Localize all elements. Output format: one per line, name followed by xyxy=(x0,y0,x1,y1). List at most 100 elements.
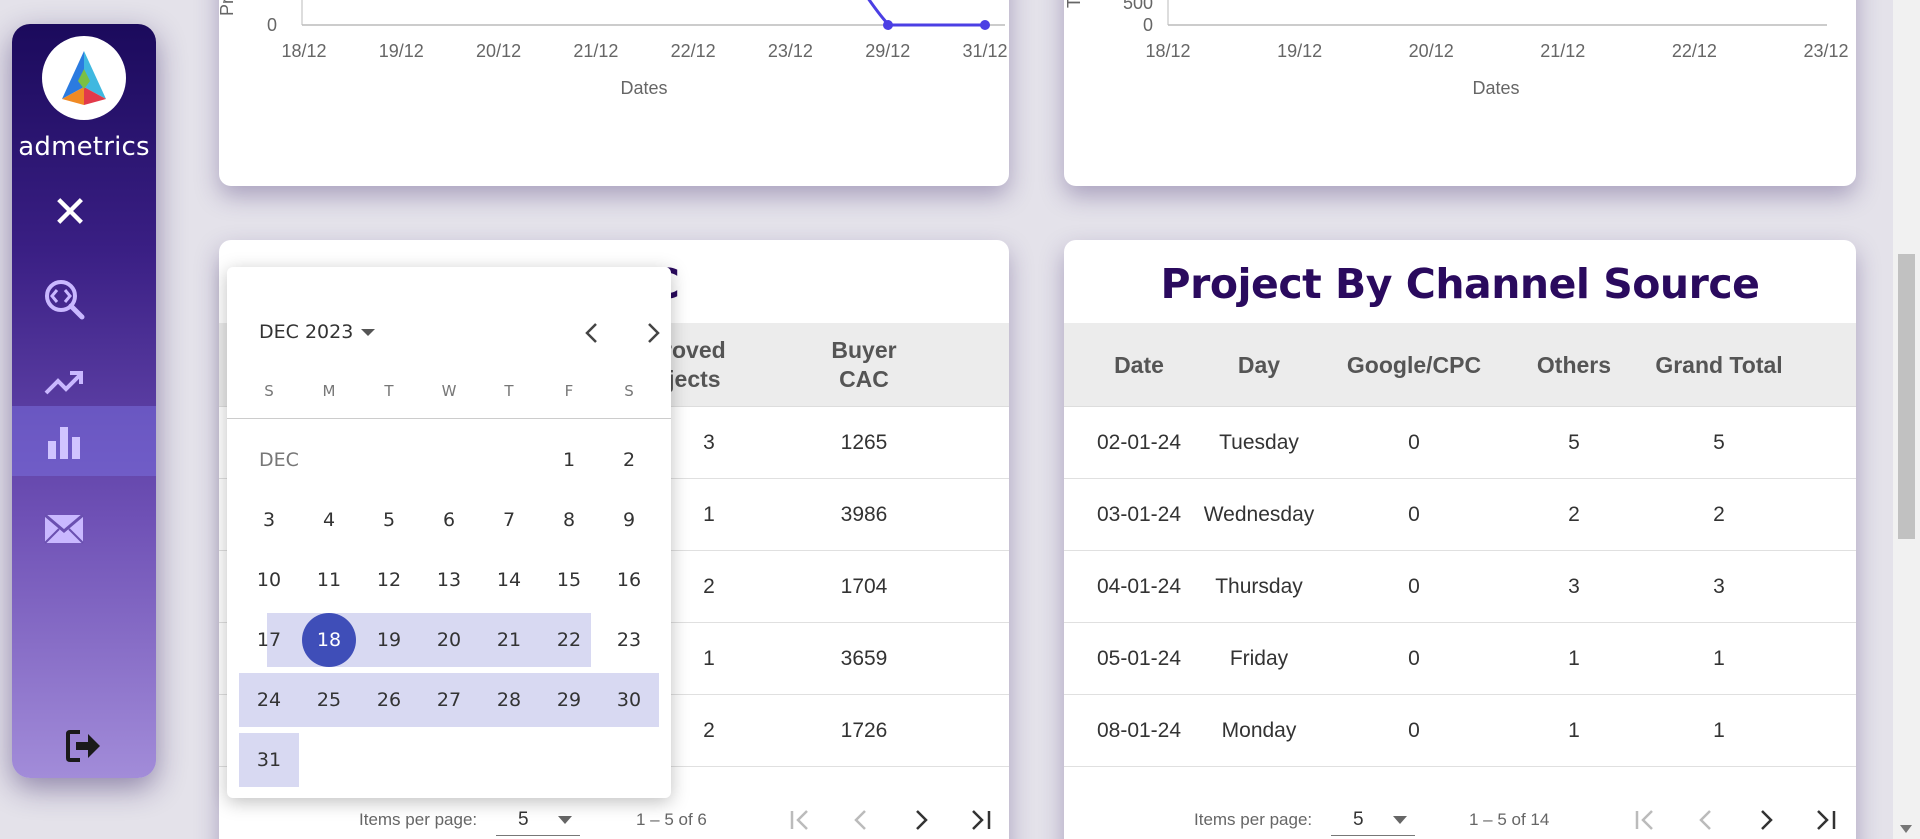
calendar-day[interactable]: 1 xyxy=(542,433,596,487)
brand-logo[interactable] xyxy=(42,36,126,120)
column-header[interactable]: Google/CPC xyxy=(1324,323,1504,407)
calendar-day[interactable]: 12 xyxy=(362,553,416,607)
last-page-icon xyxy=(1817,810,1836,830)
calendar-day[interactable]: 15 xyxy=(542,553,596,607)
column-header[interactable]: Date xyxy=(1084,323,1194,407)
calendar-day[interactable]: 5 xyxy=(362,493,416,547)
page-size-value: 5 xyxy=(1353,808,1364,830)
next-page-button[interactable] xyxy=(1746,800,1786,839)
scroll-down-arrow-icon[interactable] xyxy=(1900,825,1912,833)
bar-chart-icon xyxy=(48,427,80,459)
weekday-header: S xyxy=(264,382,274,400)
calendar-day[interactable]: 20 xyxy=(422,613,476,667)
calendar-day[interactable]: 13 xyxy=(422,553,476,607)
first-page-button[interactable] xyxy=(781,800,821,839)
data-point xyxy=(883,20,893,30)
line-chart-totals: T 500 0 18/12 19/12 20/12 21/12 22/12 23/12 D… xyxy=(1064,0,1849,98)
table-row: 08-01-24 Monday 0 1 1 xyxy=(1064,695,1856,767)
calendar-day[interactable]: 22 xyxy=(542,613,596,667)
calendar-day[interactable]: 28 xyxy=(482,673,536,727)
prev-page-button[interactable] xyxy=(841,800,881,839)
next-page-button[interactable] xyxy=(901,800,941,839)
calendar-day[interactable]: 17 xyxy=(242,613,296,667)
scrollbar-thumb[interactable] xyxy=(1898,254,1915,539)
series-line xyxy=(867,0,985,27)
column-header[interactable]: Day xyxy=(1194,323,1324,407)
calendar-day[interactable]: 8 xyxy=(542,493,596,547)
table-cell: 2 xyxy=(703,575,715,598)
calendar-day[interactable]: 10 xyxy=(242,553,296,607)
calendar-day[interactable]: 27 xyxy=(422,673,476,727)
x-tick-label: 18/12 xyxy=(281,41,326,61)
table-cell: 1265 xyxy=(840,431,888,454)
prev-page-button[interactable] xyxy=(1686,800,1726,839)
column-header-buyer-cac[interactable]: Buyer CAC xyxy=(799,323,929,407)
page-size-select[interactable]: 5 xyxy=(496,804,580,836)
page-size-select[interactable]: 5 xyxy=(1331,804,1415,836)
calendar-day[interactable]: 29 xyxy=(542,673,596,727)
calendar-day[interactable]: 25 xyxy=(302,673,356,727)
table-cell: 0 xyxy=(1408,503,1420,526)
chart-card-projects: Pr 0 18/12 19/12 20/12 21/12 22/12 23/12 29/12… xyxy=(219,0,1009,186)
table-cell: 0 xyxy=(1408,647,1420,670)
calendar-day[interactable]: 16 xyxy=(602,553,656,607)
calendar-day[interactable]: 30 xyxy=(602,673,656,727)
x-tick-label: 21/12 xyxy=(573,41,618,61)
table-cell: 0 xyxy=(1408,431,1420,454)
calendar-day[interactable]: 11 xyxy=(302,553,356,607)
calendar-day[interactable]: 21 xyxy=(482,613,536,667)
page-size-value: 5 xyxy=(518,808,529,830)
month-label: DEC xyxy=(259,449,299,471)
column-header[interactable]: Others xyxy=(1504,323,1644,407)
sidebar: admetrics ✕ xyxy=(12,24,156,778)
sidebar-item-reports[interactable] xyxy=(12,406,156,476)
calendar-day[interactable]: 23 xyxy=(602,613,656,667)
table-cell: 04-01-24 xyxy=(1096,575,1182,598)
calendar-day[interactable]: 26 xyxy=(362,673,416,727)
calendar-day[interactable]: 7 xyxy=(482,493,536,547)
first-page-button[interactable] xyxy=(1626,800,1666,839)
calendar-day[interactable]: 2 xyxy=(602,433,656,487)
page-range: 1 – 5 of 6 xyxy=(636,810,707,829)
page-scrollbar[interactable] xyxy=(1893,0,1920,839)
table-cell: 1 xyxy=(1713,647,1725,670)
table-cell: 3 xyxy=(1713,575,1725,598)
previous-month-button[interactable] xyxy=(572,313,612,353)
close-icon[interactable]: ✕ xyxy=(42,190,98,236)
sidebar-item-code-search[interactable] xyxy=(12,264,156,334)
calendar-day[interactable]: 9 xyxy=(602,493,656,547)
calendar-day[interactable]: 18 xyxy=(302,613,356,667)
table-cell: Tuesday xyxy=(1219,431,1299,454)
table-cell: 5 xyxy=(1713,431,1725,454)
column-header[interactable]: Grand Total xyxy=(1644,323,1794,407)
calendar-day[interactable]: 31 xyxy=(242,733,296,787)
x-tick-label: 29/12 xyxy=(865,41,910,61)
calendar-day[interactable]: 6 xyxy=(422,493,476,547)
y-tick-label: 0 xyxy=(267,15,277,35)
weekday-header: S xyxy=(624,382,634,400)
calendar-day[interactable]: 4 xyxy=(302,493,356,547)
last-page-icon xyxy=(972,810,991,830)
calendar-day[interactable]: 14 xyxy=(482,553,536,607)
chevron-right-icon xyxy=(1761,810,1773,830)
weekday-header: M xyxy=(322,382,336,400)
calendar-day[interactable]: 24 xyxy=(242,673,296,727)
table-cell: 1 xyxy=(703,503,715,526)
period-selector-button[interactable]: DEC 2023 xyxy=(259,321,376,343)
weekday-header: W xyxy=(441,382,457,400)
calendar-day[interactable]: 19 xyxy=(362,613,416,667)
sidebar-item-mail[interactable] xyxy=(12,494,156,564)
brand-name: admetrics xyxy=(18,132,150,162)
paginator: Items per page: 5 1 – 5 of 14 xyxy=(1064,788,1856,839)
next-month-button[interactable] xyxy=(633,313,673,353)
dropdown-arrow-icon xyxy=(1393,815,1407,824)
line-chart-projects: Pr 0 18/12 19/12 20/12 21/12 22/12 23/12 29/12… xyxy=(219,0,1008,98)
x-tick-label: 18/12 xyxy=(1145,41,1190,61)
dropdown-arrow-icon xyxy=(361,328,376,336)
last-page-button[interactable] xyxy=(961,800,1001,839)
table-cell: Wednesday xyxy=(1203,503,1315,526)
last-page-button[interactable] xyxy=(1806,800,1846,839)
calendar-day[interactable]: 3 xyxy=(242,493,296,547)
table-cell: 3986 xyxy=(840,503,888,526)
logout-button[interactable] xyxy=(62,724,106,768)
